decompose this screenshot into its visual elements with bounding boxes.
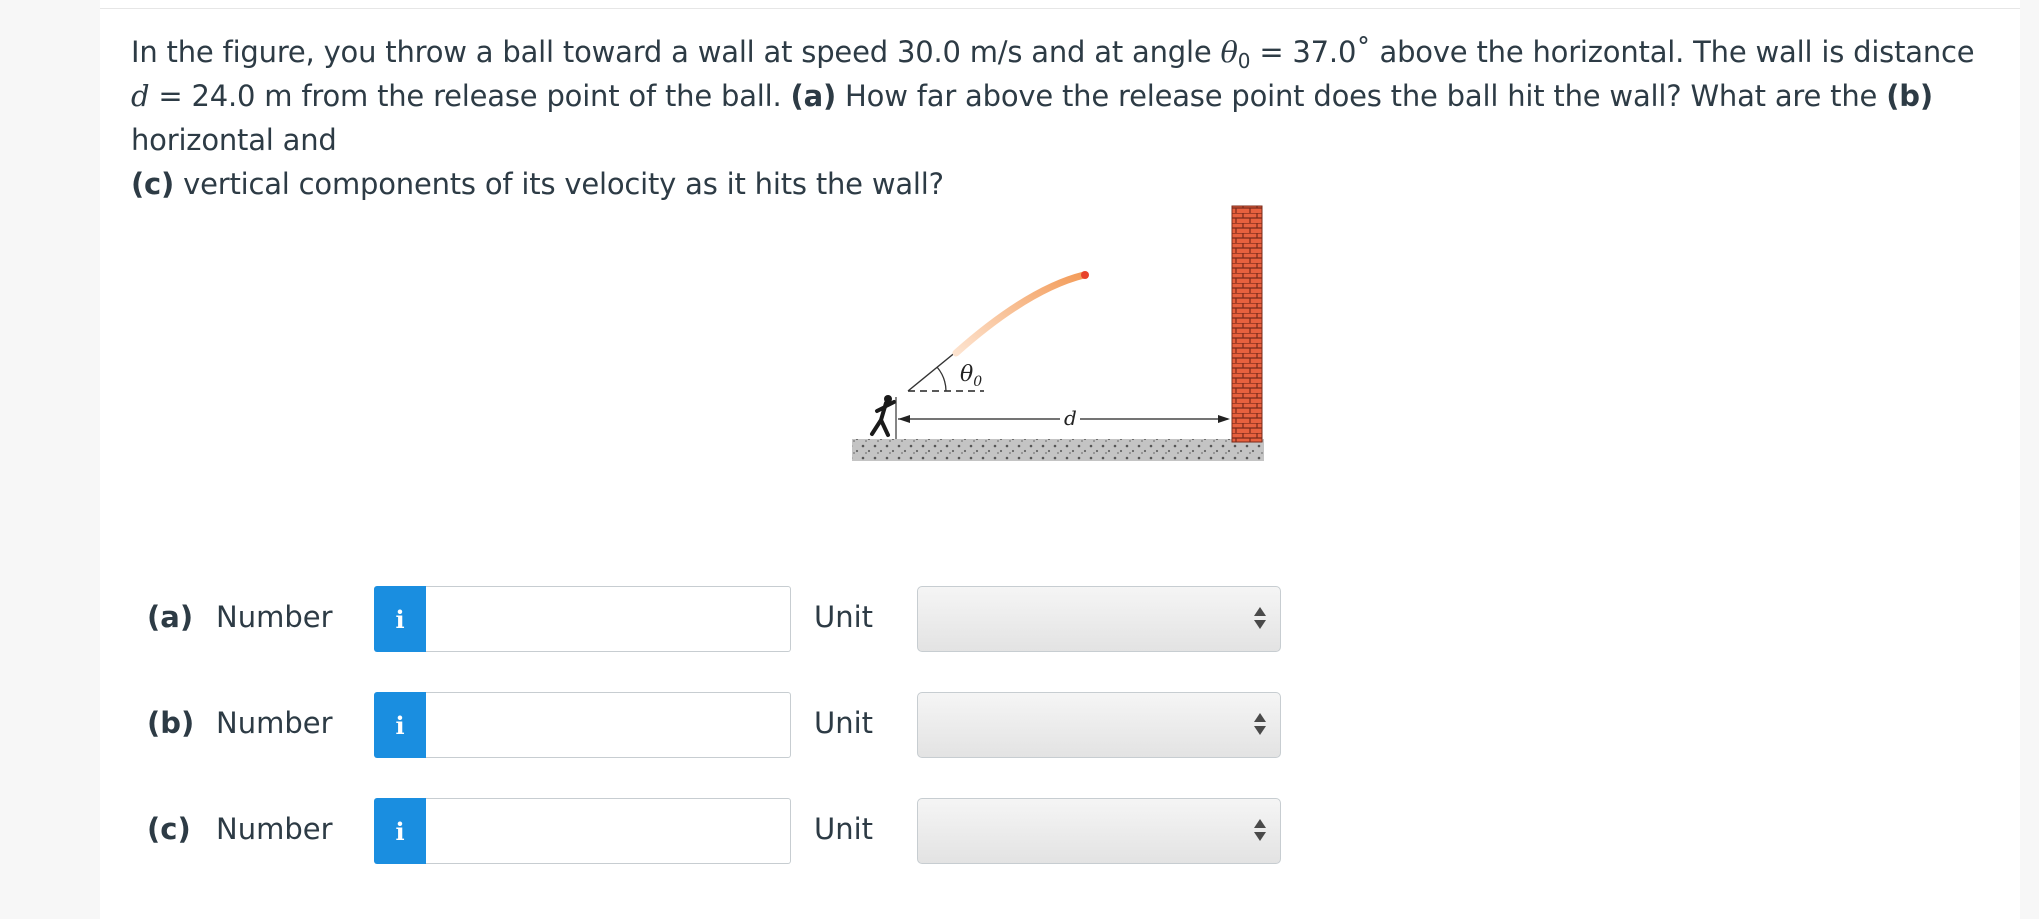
- info-button-b[interactable]: i: [374, 692, 426, 758]
- unit-select-a[interactable]: [917, 586, 1281, 652]
- number-input-a[interactable]: [426, 586, 791, 652]
- unit-label-b: Unit: [814, 706, 874, 740]
- arrowhead-left: [898, 415, 910, 423]
- trajectory-trail: [952, 271, 1088, 357]
- unit-label-a: Unit: [814, 600, 874, 634]
- brick-wall: [1231, 205, 1263, 443]
- divider: [100, 8, 2020, 9]
- unit-label-c: Unit: [814, 812, 874, 846]
- distance-symbol: d: [131, 79, 150, 113]
- part-c-tag: (c): [131, 167, 175, 201]
- unit-select-c[interactable]: [917, 798, 1281, 864]
- question-intro: In the figure, you throw a ball toward a…: [131, 35, 1221, 69]
- theta-symbol: θ: [1220, 35, 1238, 69]
- theta-label: θ0: [960, 362, 982, 390]
- angle-text: = 37.0˚ above the horizontal. The wall i…: [1250, 35, 1975, 69]
- part-label-b: (b): [147, 706, 195, 740]
- launch-direction: [907, 350, 958, 392]
- question-text: In the figure, you throw a ball toward a…: [131, 30, 2011, 206]
- part-b-text: horizontal and: [131, 123, 337, 157]
- number-input-c[interactable]: [426, 798, 791, 864]
- angle-arc: [936, 366, 947, 392]
- ball: [1081, 271, 1089, 279]
- projectile-figure: θ0 d: [848, 203, 1268, 483]
- part-label-c: (c): [147, 812, 191, 846]
- theta-subscript: 0: [1237, 49, 1251, 73]
- answer-row-c: (c) Number i Unit: [0, 798, 2039, 864]
- select-arrows-icon: [1254, 819, 1266, 843]
- thrower-figure: [870, 395, 896, 437]
- info-button-c[interactable]: i: [374, 798, 426, 864]
- answer-row-a: (a) Number i Unit: [0, 586, 2039, 652]
- number-label-b: Number: [216, 706, 333, 740]
- info-button-a[interactable]: i: [374, 586, 426, 652]
- part-b-tag: (b): [1886, 79, 1933, 113]
- info-icon: i: [395, 604, 405, 634]
- ground: [852, 439, 1264, 461]
- number-label-a: Number: [216, 600, 333, 634]
- unit-select-b[interactable]: [917, 692, 1281, 758]
- select-arrows-icon: [1254, 607, 1266, 631]
- answer-row-b: (b) Number i Unit: [0, 692, 2039, 758]
- number-label-c: Number: [216, 812, 333, 846]
- info-icon: i: [395, 710, 405, 740]
- part-a-tag: (a): [790, 79, 837, 113]
- distance-text: = 24.0 m from the release point of the b…: [149, 79, 791, 113]
- part-label-a: (a): [147, 600, 194, 634]
- arrowhead-right: [1218, 415, 1230, 423]
- distance-label: d: [1064, 406, 1077, 430]
- select-arrows-icon: [1254, 713, 1266, 737]
- part-a-text: How far above the release point does the…: [836, 79, 1887, 113]
- number-input-b[interactable]: [426, 692, 791, 758]
- part-c-text: vertical components of its velocity as i…: [174, 167, 944, 201]
- info-icon: i: [395, 816, 405, 846]
